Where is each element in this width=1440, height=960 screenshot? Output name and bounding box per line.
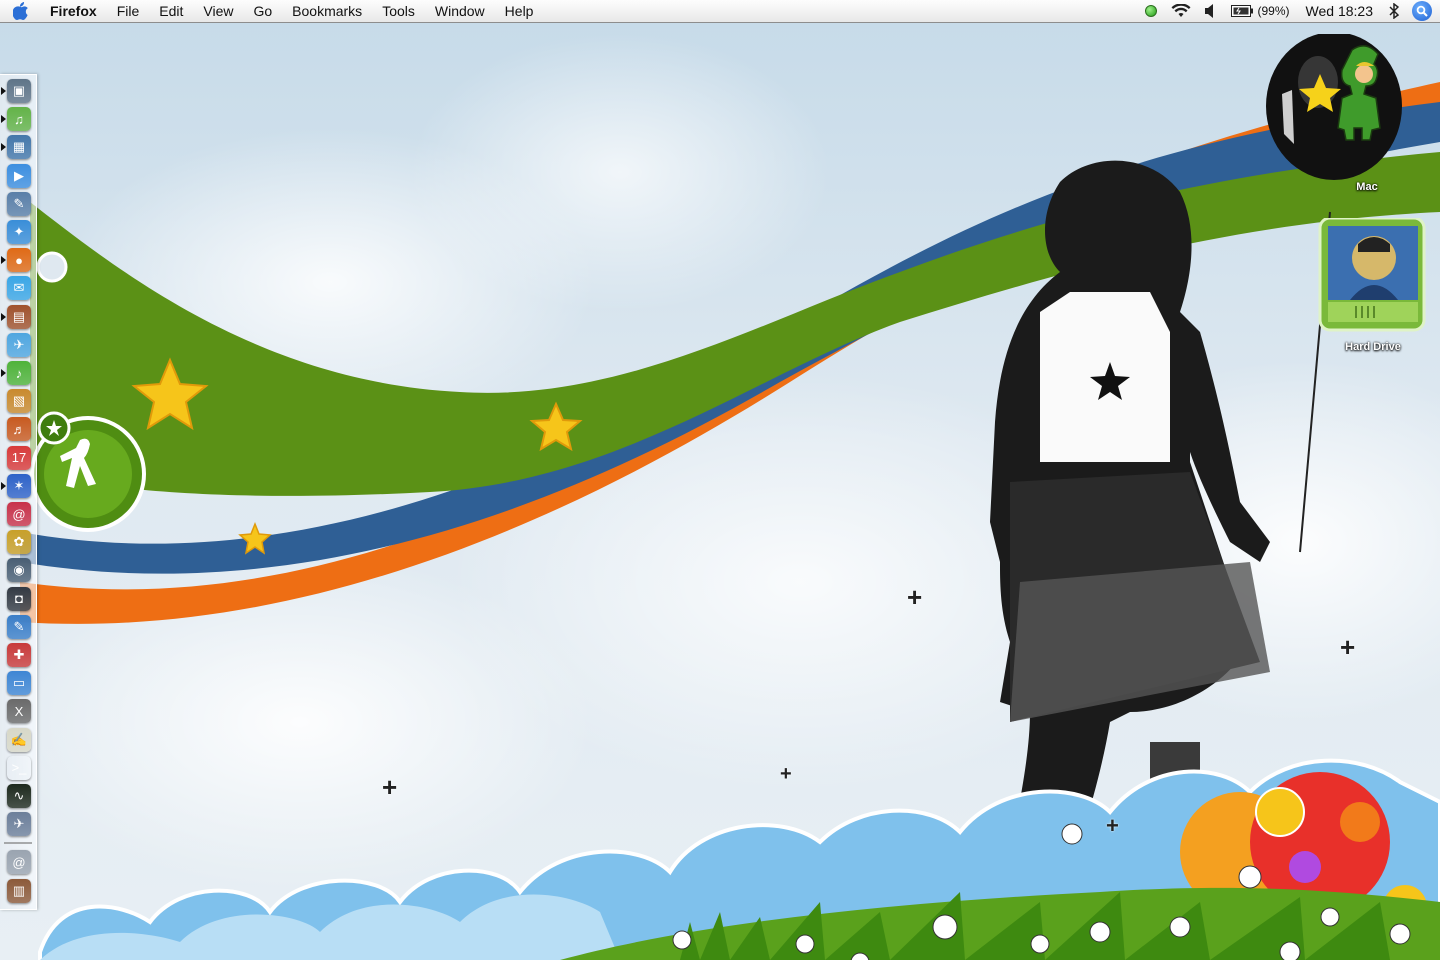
menu-window[interactable]: Window [425,0,495,22]
bluetooth-icon[interactable] [1382,0,1406,22]
garageband-icon[interactable]: ♬ [7,417,31,442]
limewire-icon[interactable]: ♪ [7,361,31,385]
menubar-clock[interactable]: Wed 18:23 [1297,3,1382,19]
running-indicator [1,369,6,377]
menu-go[interactable]: Go [243,0,282,22]
firefox-icon[interactable]: ● [7,248,31,273]
running-indicator [1,115,6,124]
app-store-icon[interactable]: ✚ [7,643,31,667]
system-x-icon[interactable]: X [7,699,31,724]
wifi-icon[interactable] [1164,0,1198,22]
menu-bookmarks[interactable]: Bookmarks [282,0,372,22]
camera-icon[interactable]: ◘ [7,586,31,611]
status-green-dot-icon[interactable] [1138,0,1164,22]
finder-icon[interactable]: ▣ [7,79,31,103]
ichat-icon[interactable]: ✉ [7,276,31,301]
desktop-wallpaper: + + + + + [0,22,1440,960]
pineapple-icon[interactable]: ✿ [7,530,31,555]
app-menu-firefox[interactable]: Firefox [40,0,107,22]
crosshair-mark: + [1106,813,1119,838]
hard-drive-icon [1318,216,1426,332]
quicktime-icon[interactable]: ▶ [7,163,31,188]
battery-icon[interactable]: (99%) [1224,0,1297,22]
wallpaper-art [20,82,1440,960]
desktop-icon-label: Hard Drive [1345,341,1401,353]
terminal-icon[interactable]: >_ [7,756,31,780]
dock-separator [4,842,32,845]
desktop-icon-hard-drive[interactable]: Hard Drive [1316,216,1432,353]
sketch-icon[interactable]: ✎ [7,614,31,639]
menu-help[interactable]: Help [495,0,544,22]
running-indicator [1,87,6,95]
crosshair-mark: + [780,763,792,785]
preview-icon[interactable]: ✎ [7,191,31,216]
bluetooth-app-icon[interactable]: ✶ [7,473,31,498]
running-indicator [1,143,6,152]
apple-menu-icon[interactable] [12,2,30,20]
desktop-icon-mac[interactable]: Mac [1262,32,1412,193]
safari-downloads-icon[interactable]: @ [7,850,31,875]
running-indicator [1,312,6,321]
mail-icon[interactable]: ✈ [7,332,31,357]
menu-view[interactable]: View [193,0,243,22]
stuffit-icon[interactable]: ▧ [7,389,31,414]
running-indicator [1,481,6,490]
iphoto-icon[interactable]: ▦ [7,135,31,160]
volume-icon[interactable] [1198,0,1224,22]
activity-monitor-icon[interactable]: ∿ [7,784,31,808]
utilities-icon[interactable]: ✈ [7,812,31,837]
dashboard-icon[interactable]: ◉ [7,558,31,583]
text-edit-icon[interactable]: ✍ [7,727,31,752]
crosshair-mark: + [1340,632,1356,662]
trash-icon[interactable]: ▥ [7,878,31,903]
menu-edit[interactable]: Edit [149,0,193,22]
itunes-icon[interactable]: ♫ [7,107,31,132]
ical-icon[interactable]: 17 [7,445,31,470]
address-book-icon[interactable]: @ [7,502,31,526]
spotlight-icon[interactable] [1412,1,1432,21]
battery-percent: (99%) [1257,4,1290,18]
menu-bar: Firefox File Edit View Go Bookmarks Tool… [0,0,1440,23]
window-icon[interactable]: ▭ [7,671,31,696]
photo-booth-icon[interactable]: ▤ [7,304,31,329]
menu-file[interactable]: File [107,0,150,22]
crosshair-mark: + [382,772,398,802]
dock: ▣ ♫ ▦ ▶ ✎ ✦ ● ✉ ▤ ✈ ♪ ▧ ♬ 17 ✶ @ ✿ ◉ ◘ ✎ ✚ ▭ X ✍ >_ ∿ ✈ @ ▥ [0,74,37,910]
crosshair-mark: + [907,582,923,612]
menu-tools[interactable]: Tools [372,0,425,22]
safari-icon[interactable]: ✦ [7,220,31,244]
running-indicator [1,256,6,265]
balloon-drive-icon [1266,32,1402,180]
